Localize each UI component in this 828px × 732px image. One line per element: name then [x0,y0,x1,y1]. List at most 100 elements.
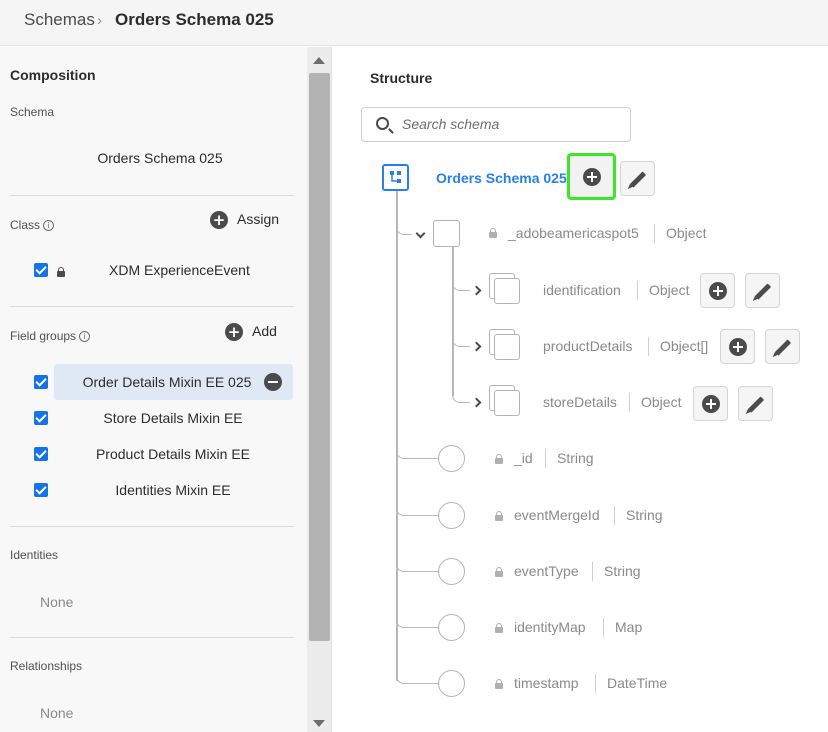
field-leaf-icon [438,614,465,641]
field-type: Object [649,282,690,298]
add-field-button[interactable] [720,329,755,364]
search-field[interactable] [361,107,631,142]
field-name[interactable]: productDetails [543,338,633,354]
divider [10,526,294,527]
scroll-up-icon[interactable] [313,57,325,64]
edit-button[interactable] [745,273,780,308]
field-type: DateTime [607,675,668,691]
tree-line [396,191,398,681]
scroll-thumb[interactable] [309,73,330,641]
field-name[interactable]: eventType [514,563,579,579]
class-checkbox[interactable] [34,263,48,277]
identities-section-label: Identities [10,548,59,562]
lock-icon [495,679,503,689]
field-type: Object [641,394,682,410]
composition-title: Composition [10,67,96,83]
field-group-label[interactable]: Product Details Mixin EE [62,446,284,462]
chevron-right-icon[interactable] [471,285,482,296]
field-name[interactable]: eventMergeId [514,507,600,523]
add-circle-icon [582,167,601,186]
field-type: String [557,450,594,466]
field-type: Map [615,619,643,635]
tree-line [396,444,438,459]
composition-scrollbar[interactable] [307,47,332,732]
search-input[interactable] [402,116,622,132]
divider [10,306,294,307]
tree-line [452,388,470,403]
lock-icon [495,511,503,521]
chevron-right-icon[interactable] [471,341,482,352]
class-section-label: Class i [10,218,55,232]
tree-line [452,332,470,347]
lock-icon [495,567,503,577]
breadcrumb: Schemas › Orders Schema 025 [0,0,828,46]
field-name[interactable]: identityMap [514,619,586,635]
assign-class-button[interactable]: + Assign [210,211,279,230]
identities-value: None [40,594,74,610]
field-name[interactable]: storeDetails [543,394,617,410]
divider [592,562,593,581]
edit-button[interactable] [765,329,800,364]
field-groups-section-label: Field groups i [10,329,91,343]
schema-name[interactable]: Orders Schema 025 [0,150,320,166]
field-leaf-icon [438,502,465,529]
info-icon[interactable]: i [79,331,91,343]
lock-icon [57,267,65,277]
chevron-right-icon[interactable] [471,397,482,408]
search-icon [376,117,389,130]
field-name[interactable]: timestamp [514,675,579,691]
add-field-button[interactable] [567,153,616,200]
object-icon [489,329,520,360]
add-circle-icon: + [225,323,243,342]
add-field-group-button[interactable]: + Add [225,323,277,342]
divider [654,224,655,243]
field-name[interactable]: _adobeamericaspot5 [508,225,639,241]
schema-root-name[interactable]: Orders Schema 025 [436,170,567,186]
field-leaf-icon [438,445,465,472]
composition-panel: Composition Schema Orders Schema 025 Cla… [0,47,307,732]
chevron-down-icon[interactable] [415,228,426,239]
object-icon [489,385,520,416]
pencil-icon [754,282,771,300]
object-icon [433,220,460,247]
remove-field-group-icon[interactable] [264,373,282,391]
scroll-down-icon[interactable] [313,720,325,727]
add-label: Add [252,323,277,339]
info-icon[interactable]: i [43,220,55,232]
tree-line [396,613,438,628]
divider [629,393,630,412]
edit-button[interactable] [738,386,773,421]
tree-line [396,501,438,516]
add-field-button[interactable] [693,386,728,421]
add-field-button[interactable] [700,273,735,308]
divider [614,506,615,525]
tree-line [452,246,454,396]
pencil-icon [774,338,791,356]
field-group-checkbox[interactable] [34,375,48,389]
add-circle-icon [708,281,727,300]
tree-line [396,669,438,684]
field-name[interactable]: identification [543,282,621,298]
field-group-checkbox[interactable] [34,447,48,461]
lock-icon [495,454,503,464]
field-group-checkbox[interactable] [34,411,48,425]
tree-line [396,557,438,572]
class-name[interactable]: XDM ExperienceEvent [109,262,250,278]
divider [10,195,294,196]
field-group-checkbox[interactable] [34,483,48,497]
tree-line [396,221,412,235]
field-name[interactable]: _id [514,450,533,466]
tree-line [452,276,470,291]
lock-icon [489,228,497,238]
divider [10,637,294,638]
relationships-section-label: Relationships [10,659,83,673]
divider [545,449,546,468]
field-group-label[interactable]: Store Details Mixin EE [62,410,284,426]
lock-icon [495,623,503,633]
edit-button[interactable] [620,161,655,196]
divider [637,281,638,300]
field-leaf-icon [438,558,465,585]
field-group-label[interactable]: Order Details Mixin EE 025 [62,374,272,390]
breadcrumb-schemas-link[interactable]: Schemas [24,10,95,30]
field-group-label[interactable]: Identities Mixin EE [62,482,284,498]
